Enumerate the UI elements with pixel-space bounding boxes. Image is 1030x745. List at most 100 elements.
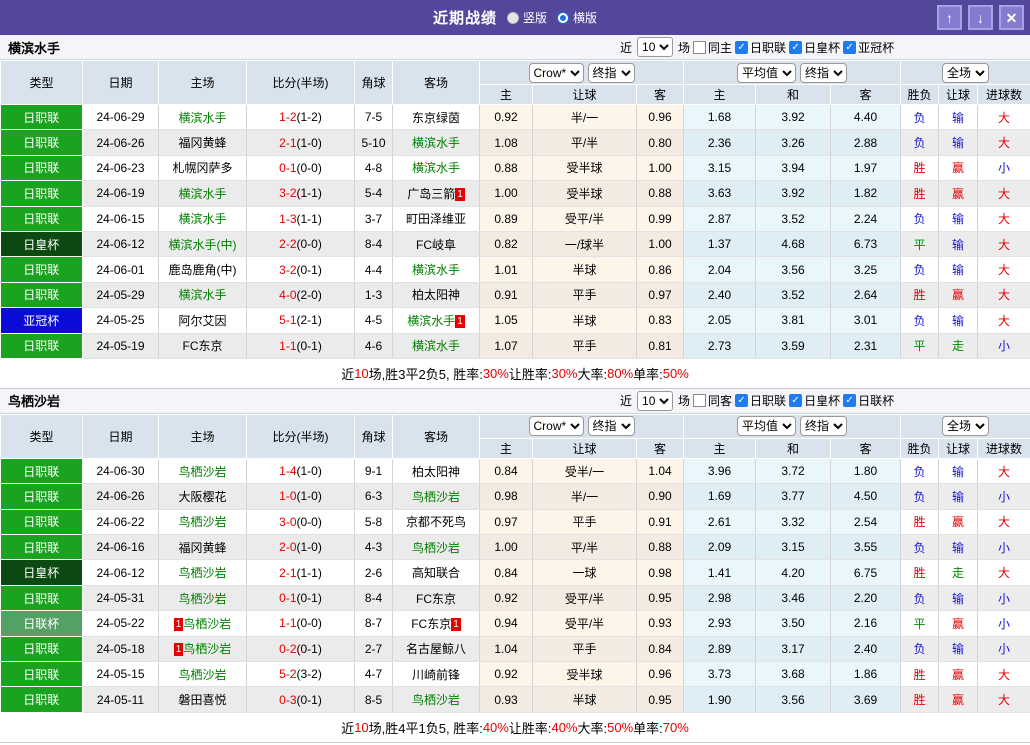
average-select[interactable]: 平均值 [737, 416, 796, 437]
away-team-cell: 京都不死鸟 [392, 509, 480, 536]
away-team-cell: 横滨水手 [392, 129, 480, 156]
avg-home-odds: 2.40 [683, 282, 756, 309]
checkbox-checked-icon[interactable] [843, 394, 857, 408]
col-crow-away: 客 [636, 437, 684, 459]
fulltime-score: 3-2 [279, 186, 297, 201]
avg-draw-odds: 3.72 [755, 458, 831, 485]
league-filter[interactable]: 日职联 [735, 39, 786, 56]
match-date: 24-06-22 [82, 509, 159, 536]
crow-handicap: 半/一 [532, 104, 637, 131]
corner-count: 3-7 [354, 206, 393, 232]
crow-home-odds: 0.82 [479, 231, 533, 258]
home-team-cell: 1 鸟栖沙岩 [158, 636, 247, 663]
checkbox-unchecked-icon[interactable] [693, 394, 707, 408]
close-button[interactable]: ✕ [999, 5, 1024, 30]
match-row: 日职联 24-05-19 FC东京 1-1(0-1) 4-6 横滨水手 1.07 平手 0.81… [0, 333, 1030, 359]
match-row: 日职联 24-05-18 1 鸟栖沙岩 0-2(0-1) 2-7 名古屋鲸八 1.04 平手 0.… [0, 636, 1030, 663]
crow-handicap: 一球 [532, 559, 637, 586]
summary-text: 让胜率: [508, 720, 552, 736]
layout-horizontal-radio[interactable]: 横版 [557, 9, 597, 26]
near-label: 近 [620, 40, 633, 55]
col-handicap-result: 让球 [938, 84, 979, 105]
summary-stat-value: 40% [551, 719, 578, 735]
match-date: 24-05-11 [82, 686, 159, 713]
match-date: 24-05-19 [82, 333, 159, 359]
team-name: 高知联合 [411, 566, 460, 581]
average-stage-select[interactable]: 终指 [800, 62, 847, 83]
summary-stat-value: 30% [551, 365, 578, 381]
checkbox-checked-icon[interactable] [789, 40, 803, 54]
scope-select[interactable]: 全场 [942, 416, 990, 437]
match-row: 亚冠杯 24-05-25 阿尔艾因 5-1(2-1) 4-5 横滨水手 1 1.05 半球 0.8… [0, 307, 1030, 334]
avg-away-odds: 4.40 [830, 104, 902, 131]
fulltime-score: 0-2 [279, 641, 297, 656]
league-filter[interactable]: 亚冠杯 [843, 39, 894, 56]
goals-verdict: 小 [977, 610, 1030, 637]
summary-stat-value: 50% [662, 365, 689, 381]
radio-unselected-icon[interactable] [506, 11, 519, 24]
avg-home-odds: 2.61 [683, 509, 756, 536]
home-team-cell: 札幌冈萨多 [158, 155, 247, 182]
result-verdict: 胜 [900, 155, 940, 182]
league-filter-label: 日皇杯 [804, 40, 841, 55]
average-stage-select[interactable]: 终指 [800, 416, 847, 437]
crow-away-odds: 0.81 [636, 333, 684, 359]
checkbox-checked-icon[interactable] [735, 394, 749, 408]
games-count-select[interactable]: 10 [637, 37, 674, 57]
competition-type-badge: 日皇杯 [0, 559, 83, 586]
team-name: 福冈黄蜂 [178, 540, 227, 555]
move-down-button[interactable]: ↓ [968, 5, 993, 30]
goals-verdict: 大 [977, 307, 1030, 334]
bookmaker-stage-select[interactable]: 终指 [587, 416, 635, 437]
avg-away-odds: 2.16 [830, 610, 902, 637]
home-team-cell: 磐田喜悦 [158, 686, 247, 713]
avg-draw-odds: 3.17 [755, 636, 831, 663]
home-team-cell: 大阪樱花 [158, 483, 247, 510]
bookmaker-stage-select[interactable]: 终指 [587, 62, 635, 83]
bookmaker-select[interactable]: Crow* [528, 62, 584, 83]
goals-verdict: 小 [977, 483, 1030, 510]
filter-controls: 近 10 场 同主 日职联 日皇杯 亚冠杯 [620, 35, 894, 59]
result-verdict: 负 [900, 636, 940, 663]
avg-away-odds: 3.25 [830, 256, 902, 283]
col-avg-draw: 和 [755, 84, 831, 105]
league-filter[interactable]: 日职联 [735, 392, 786, 409]
scope-select[interactable]: 全场 [942, 62, 990, 83]
goals-verdict: 大 [977, 509, 1030, 536]
match-date: 24-05-18 [82, 636, 159, 663]
league-filter[interactable]: 日皇杯 [789, 39, 840, 56]
summary-text: 让胜率: [508, 366, 552, 382]
move-up-button[interactable]: ↑ [937, 5, 962, 30]
checkbox-unchecked-icon[interactable] [693, 40, 707, 54]
team-name: 札幌冈萨多 [172, 161, 233, 176]
summary-stat-value: 10 [354, 365, 369, 381]
team-name: 鸟栖沙岩 [178, 591, 227, 606]
average-select[interactable]: 平均值 [737, 62, 796, 83]
bookmaker-select[interactable]: Crow* [528, 416, 584, 437]
avg-home-odds: 2.04 [683, 256, 756, 283]
radio-selected-icon[interactable] [557, 11, 569, 24]
halftime-score: (0-0) [296, 616, 322, 631]
checkbox-checked-icon[interactable] [735, 40, 749, 54]
score-cell: 0-2(0-1) [246, 636, 355, 663]
games-count-select[interactable]: 10 [637, 390, 674, 411]
league-filter[interactable]: 日联杯 [843, 392, 894, 409]
competition-type-badge: 日职联 [0, 661, 83, 688]
league-filter[interactable]: 日皇杯 [789, 392, 840, 409]
crow-away-odds: 0.96 [636, 104, 684, 131]
avg-away-odds: 1.97 [830, 155, 902, 182]
result-verdict: 负 [900, 585, 940, 612]
layout-vertical-radio[interactable]: 竖版 [506, 9, 547, 26]
handicap-verdict: 输 [938, 256, 979, 283]
same-venue-filter[interactable]: 同主 [693, 39, 732, 56]
checkbox-checked-icon[interactable] [789, 394, 803, 408]
checkbox-checked-icon[interactable] [843, 40, 857, 54]
same-venue-filter[interactable]: 同客 [693, 392, 732, 409]
crow-handicap: 受平/半 [532, 585, 637, 612]
crow-home-odds: 0.88 [479, 155, 533, 182]
crow-away-odds: 0.91 [636, 509, 684, 536]
handicap-verdict: 输 [938, 636, 979, 663]
corner-count: 4-5 [354, 307, 393, 334]
crow-away-odds: 1.00 [636, 155, 684, 182]
col-goals: 进球数 [977, 84, 1030, 105]
